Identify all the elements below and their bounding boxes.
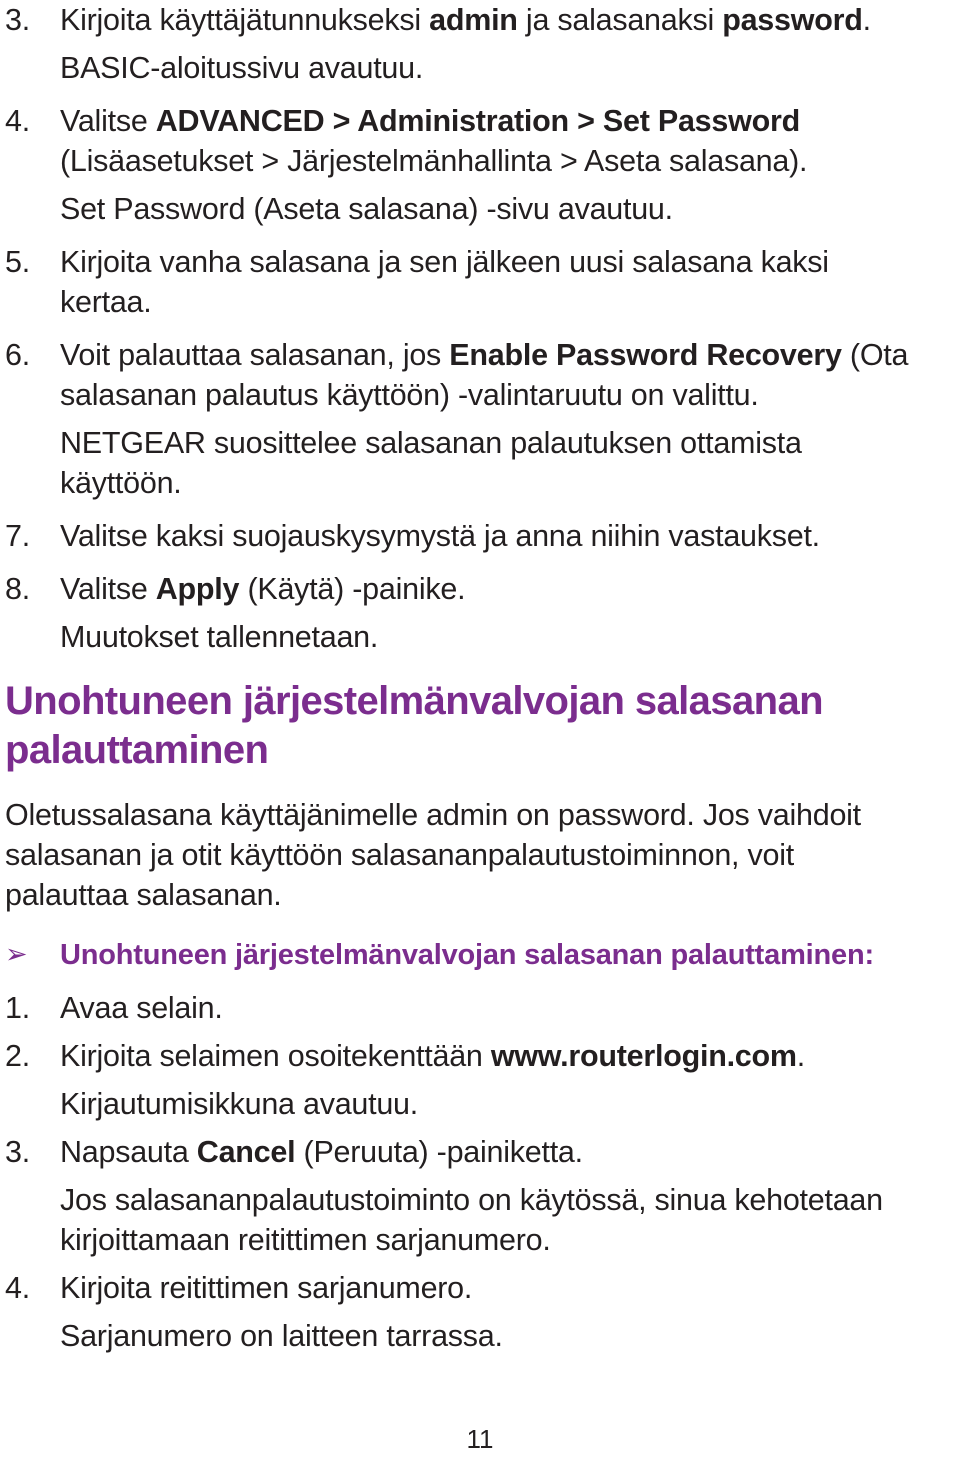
step-body: Valitse Apply (Käytä) -painike.	[60, 569, 920, 609]
step-text-run: (Käytä) -painike.	[239, 572, 466, 606]
step-result-text: Kirjautumisikkuna avautuu.	[60, 1087, 418, 1121]
step-text-run: .	[862, 3, 871, 37]
step-number: 3.	[5, 1135, 31, 1169]
step-text-emphasis: admin	[429, 3, 518, 37]
step-item: 3. Napsauta Cancel (Peruuta) -painiketta.	[5, 1132, 920, 1172]
step-text-emphasis: password	[722, 3, 863, 37]
step-number: 5.	[5, 245, 31, 279]
procedure-heading: ➢ Unohtuneen järjestelmänvalvojan salasa…	[5, 935, 920, 975]
step-text: Kirjoita vanha salasana ja sen jälkeen u…	[60, 242, 920, 322]
step-number: 1.	[5, 991, 31, 1025]
manual-page: 3. Kirjoita käyttäjätunnukseksi admin ja …	[0, 0, 960, 1472]
step-text-run: ja salasanaksi	[517, 3, 723, 37]
step-item: 8. Valitse Apply (Käytä) -painike.	[5, 569, 920, 609]
step-number: 4.	[5, 1271, 31, 1305]
step-body: Kirjoita selaimen osoitekenttään www.rou…	[60, 1036, 920, 1076]
step-item: 6. Voit palauttaa salasanan, jos Enable P…	[5, 335, 920, 415]
step-body: Napsauta Cancel (Peruuta) -painiketta.	[60, 1132, 920, 1172]
step-body: Kirjoita vanha salasana ja sen jälkeen u…	[60, 242, 920, 322]
step-text-run: (Peruuta) -painiketta.	[295, 1135, 584, 1169]
step-text-emphasis: ADVANCED > Administration > Set Password	[155, 104, 800, 138]
arrow-bullet-icon: ➢	[5, 939, 28, 970]
step-text-emphasis: Cancel	[196, 1135, 296, 1169]
step-number: 2.	[5, 1039, 31, 1073]
section-intro-paragraph: Oletussalasana käyttäjänimelle admin on …	[5, 798, 861, 912]
step-body: Valitse ADVANCED > Administration > Set …	[60, 101, 920, 181]
step-body: Valitse kaksi suojauskysymystä ja anna n…	[60, 516, 920, 556]
step-result-text: Sarjanumero on laitteen tarrassa.	[60, 1319, 503, 1353]
step-text-run: Valitse	[60, 104, 156, 138]
step-result-text: Muutokset tallennetaan.	[60, 620, 379, 654]
step-body: Kirjoita reitittimen sarjanumero.	[60, 1268, 920, 1308]
step-text: Napsauta Cancel (Peruuta) -painiketta.	[60, 1132, 920, 1172]
step-number: 4.	[5, 104, 31, 138]
steps-list-top: 3. Kirjoita käyttäjätunnukseksi admin ja …	[5, 0, 920, 657]
step-number: 6.	[5, 338, 31, 372]
step-text-run: Kirjoita käyttäjätunnukseksi	[60, 3, 430, 37]
step-item: 4. Kirjoita reitittimen sarjanumero.	[5, 1268, 920, 1308]
step-text: Voit palauttaa salasanan, jos Enable Pas…	[60, 335, 920, 415]
step-text-run: Avaa selain.	[60, 991, 223, 1025]
step-text-run: .	[796, 1039, 806, 1073]
step-text-run: Valitse	[60, 572, 156, 606]
step-number: 3.	[5, 3, 31, 37]
step-item: 1. Avaa selain.	[5, 988, 920, 1028]
step-number: 7.	[5, 519, 31, 553]
step-text-run: Valitse kaksi suojauskysymystä ja anna n…	[60, 519, 820, 553]
step-result-text: Jos salasananpalautustoiminto on käytöss…	[60, 1183, 883, 1257]
procedure-heading-label: Unohtuneen järjestelmänvalvojan salasana…	[60, 939, 874, 971]
step-text: Kirjoita käyttäjätunnukseksi admin ja sa…	[60, 0, 920, 40]
page-number: 11	[466, 1424, 494, 1454]
step-text: Valitse Apply (Käytä) -painike.	[60, 569, 920, 609]
step-text: Avaa selain.	[60, 988, 920, 1028]
step-item: 3. Kirjoita käyttäjätunnukseksi admin ja …	[5, 0, 920, 40]
step-body: Voit palauttaa salasanan, jos Enable Pas…	[60, 335, 920, 415]
step-text: Valitse kaksi suojauskysymystä ja anna n…	[60, 516, 920, 556]
step-text-emphasis: Enable Password Recovery	[449, 338, 842, 372]
step-result-text: Set Password (Aseta salasana) -sivu avau…	[60, 192, 673, 226]
step-text: Valitse ADVANCED > Administration > Set …	[60, 101, 920, 141]
step-body: Avaa selain.	[60, 988, 920, 1028]
step-text: Kirjoita reitittimen sarjanumero.	[60, 1268, 920, 1308]
steps-list-bottom: 1. Avaa selain. 2. Kirjoita selaimen osoite…	[5, 988, 920, 1356]
step-item: 2. Kirjoita selaimen osoitekenttään www.r…	[5, 1036, 920, 1076]
step-item: 5. Kirjoita vanha salasana ja sen jälkeen…	[5, 242, 920, 322]
step-text-continuation: (Lisäasetukset > Järjestelmänhallinta > …	[60, 144, 808, 178]
step-text-run: Kirjoita vanha salasana ja sen jälkeen u…	[60, 245, 829, 319]
step-result-text: BASIC-aloitussivu avautuu.	[60, 51, 424, 85]
step-number: 8.	[5, 572, 31, 606]
step-text-run: Kirjoita reitittimen sarjanumero.	[60, 1271, 473, 1305]
step-text-run: Napsauta	[60, 1135, 197, 1169]
step-text-run: Kirjoita selaimen osoitekenttään	[60, 1039, 491, 1073]
step-text-run: Voit palauttaa salasanan, jos	[60, 338, 450, 372]
step-text-emphasis: www.routerlogin.com	[490, 1039, 797, 1073]
step-item: 4. Valitse ADVANCED > Administration > Se…	[5, 101, 920, 181]
step-body: Kirjoita käyttäjätunnukseksi admin ja sa…	[60, 0, 920, 40]
step-text: Kirjoita selaimen osoitekenttään www.rou…	[60, 1036, 920, 1076]
section-heading: Unohtuneen järjestelmänvalvojan salasana…	[5, 679, 824, 772]
step-result-text: NETGEAR suosittelee salasanan palautukse…	[60, 426, 802, 500]
step-item: 7. Valitse kaksi suojauskysymystä ja anna…	[5, 516, 920, 556]
step-text-emphasis: Apply	[155, 572, 240, 606]
